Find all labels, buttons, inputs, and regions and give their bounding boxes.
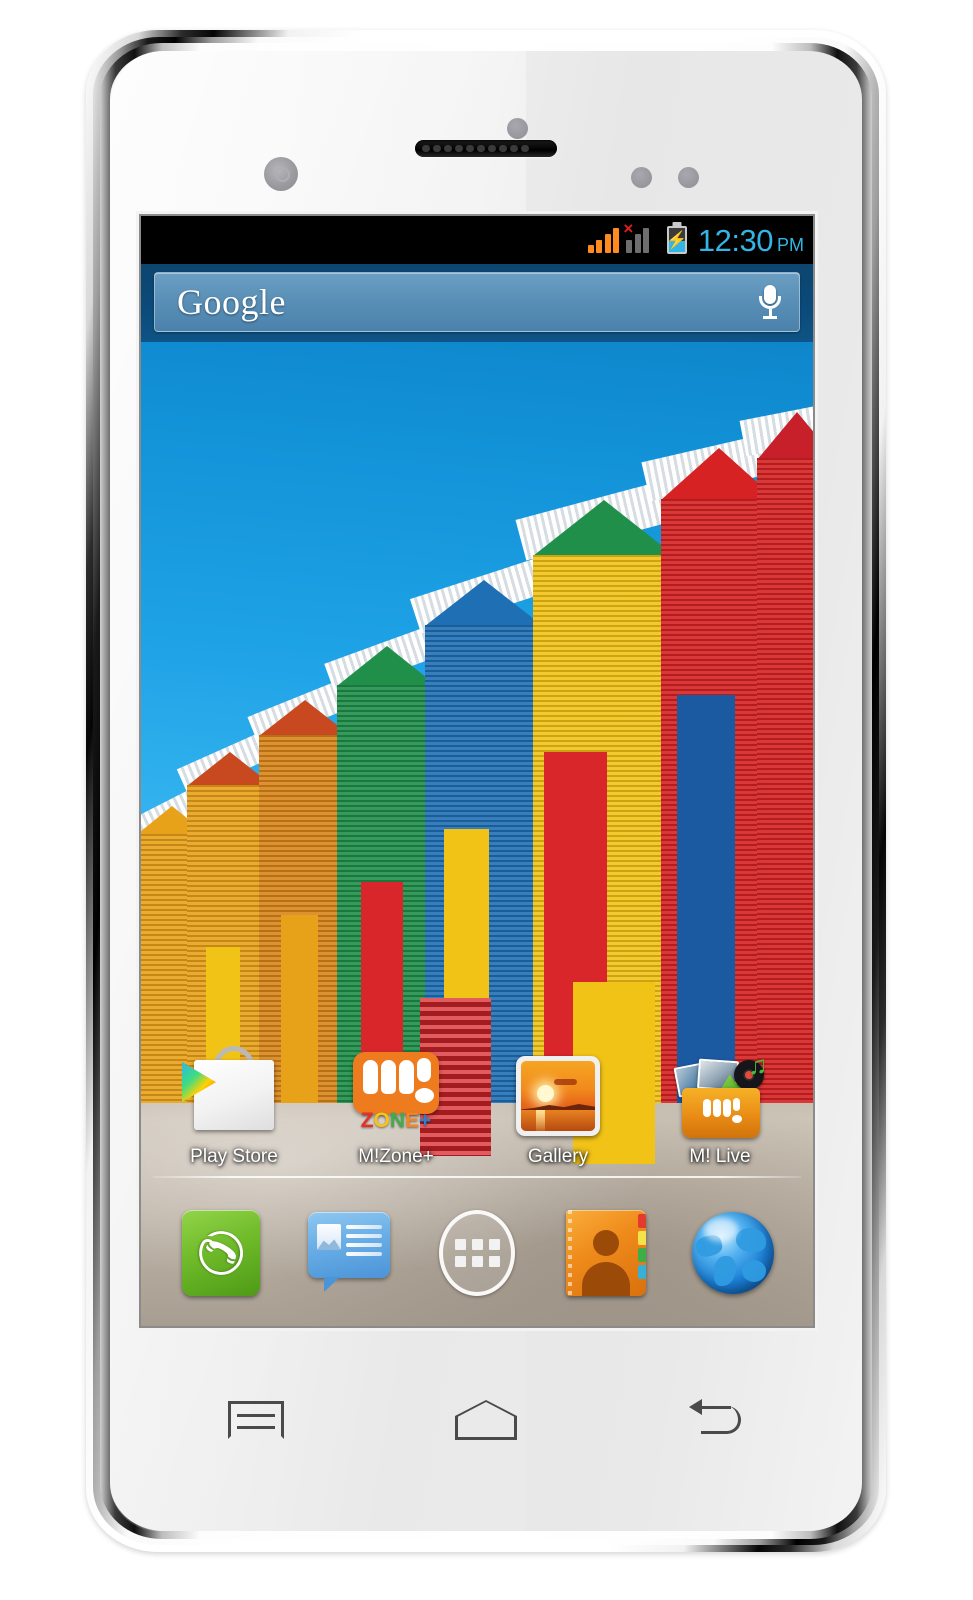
clock-time: 12:30 <box>697 222 774 258</box>
dock-item-phone[interactable] <box>174 1206 268 1300</box>
notification-led <box>678 167 699 188</box>
google-logo: Google <box>177 282 286 322</box>
no-service-mark: × <box>623 219 634 238</box>
micromax-fist-icon <box>702 1096 744 1126</box>
back-icon <box>685 1399 747 1440</box>
browser-globe-icon <box>692 1212 774 1294</box>
home-icon <box>455 1400 517 1440</box>
dock-bar <box>141 1180 813 1326</box>
capacitive-nav-bar <box>141 1360 831 1480</box>
mzone-plus-icon: ZONE+ <box>320 1046 472 1142</box>
gallery-icon <box>482 1046 634 1142</box>
app-drawer-icon <box>439 1210 515 1296</box>
m-live-folder-icon: ♫ <box>644 1046 796 1142</box>
home-screen-wallpaper[interactable]: Google Play Store ZONE+ M!Zone+ Gallery … <box>141 264 813 1326</box>
home-screen-app-row: Play Store ZONE+ M!Zone+ Gallery ♫ M! Li… <box>141 1046 813 1168</box>
dock-item-messaging[interactable] <box>302 1206 396 1300</box>
beach-hut <box>515 475 693 1164</box>
earpiece-speaker <box>415 140 557 157</box>
music-note-icon: ♫ <box>748 1050 768 1081</box>
mzone-badge-text: ZONE+ <box>360 1109 432 1133</box>
app-label: M!Zone+ <box>358 1146 434 1168</box>
signal-bars-no-service-icon: × <box>623 220 658 253</box>
menu-icon <box>228 1401 284 1439</box>
search-input[interactable]: Google <box>154 272 800 332</box>
google-search-widget[interactable]: Google <box>141 264 813 342</box>
phone-icon <box>182 1210 260 1296</box>
beach-hut <box>409 554 559 1156</box>
signal-bars-icon <box>587 227 620 253</box>
status-bar-clock: 12:30 PM <box>698 225 804 256</box>
status-bar[interactable]: × ⚡ 12:30 PM <box>141 216 813 264</box>
microphone-icon[interactable] <box>759 285 781 319</box>
front-camera <box>264 157 298 191</box>
dock-item-app-drawer[interactable] <box>430 1206 524 1300</box>
battery-charging-icon: ⚡ <box>666 226 688 254</box>
nav-button-home[interactable] <box>443 1389 529 1451</box>
app-shortcut-m-live[interactable]: ♫ M! Live <box>644 1046 796 1168</box>
dock-item-browser[interactable] <box>686 1206 780 1300</box>
beach-hut <box>739 400 813 1103</box>
app-label: Gallery <box>527 1146 589 1168</box>
light-sensor <box>631 167 652 188</box>
clock-ampm: PM <box>777 234 804 255</box>
dock-divider <box>153 1176 801 1178</box>
charging-bolt-icon: ⚡ <box>666 230 688 250</box>
nav-button-menu[interactable] <box>213 1389 299 1451</box>
phone-device: × ⚡ 12:30 PM Google Play Store ZONE+ M!Z… <box>86 30 886 1552</box>
nav-button-back[interactable] <box>673 1389 759 1451</box>
messaging-icon <box>308 1212 390 1292</box>
app-label: M! Live <box>689 1146 751 1168</box>
app-shortcut-mzone-plus[interactable]: ZONE+ M!Zone+ <box>320 1046 472 1168</box>
micromax-fist-icon <box>353 1052 439 1115</box>
proximity-sensor <box>507 118 528 139</box>
app-shortcut-gallery[interactable]: Gallery <box>482 1046 634 1168</box>
wallpaper-beach-huts <box>141 400 813 1164</box>
dock-item-contacts[interactable] <box>558 1206 652 1300</box>
phone-screen[interactable]: × ⚡ 12:30 PM Google Play Store ZONE+ M!Z… <box>141 216 813 1326</box>
app-shortcut-play-store[interactable]: Play Store <box>158 1046 310 1168</box>
contacts-icon <box>566 1210 646 1296</box>
play-store-icon <box>158 1046 310 1142</box>
app-label: Play Store <box>190 1146 278 1168</box>
